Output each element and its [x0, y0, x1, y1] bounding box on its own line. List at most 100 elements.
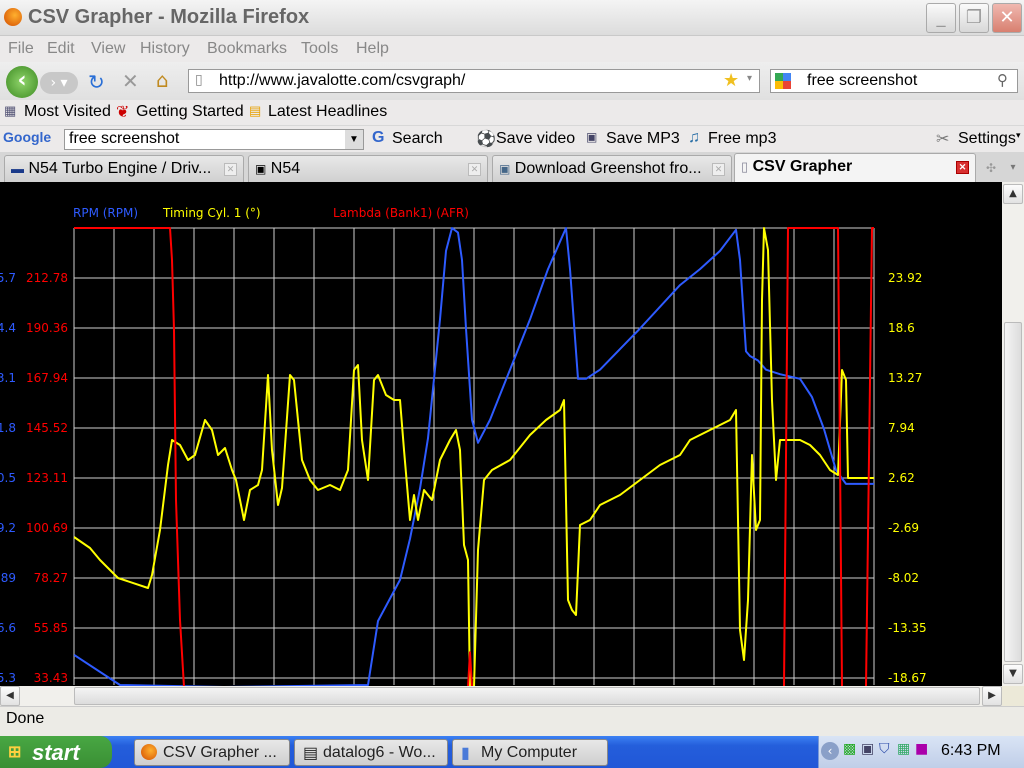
tab-n54-turbo[interactable]: ▬ N54 Turbo Engine / Driv... ✕	[4, 155, 244, 182]
close-button[interactable]: ✕	[992, 3, 1022, 33]
vertical-scrollbar[interactable]: ▲ ▼	[1002, 182, 1024, 686]
tab-favicon-icon: ▣	[255, 162, 267, 176]
network-status-icon[interactable]: ▦	[897, 741, 910, 757]
google-search-value[interactable]: free screenshot	[69, 130, 179, 148]
network-icon[interactable]: ▣	[861, 741, 874, 757]
scroll-left-icon[interactable]: ◀	[0, 686, 20, 706]
close-tab-icon[interactable]: ✕	[468, 163, 481, 176]
search-input[interactable]: free screenshot	[807, 72, 917, 90]
timing-tick-label: -2.69	[888, 521, 919, 535]
lambda-tick-label: 55.85	[34, 621, 68, 635]
task-my-computer[interactable]: ▮ My Computer	[452, 739, 608, 766]
lambda-tick-label: 190.36	[26, 321, 68, 335]
google-search-input[interactable]: free screenshot ▼	[64, 129, 364, 150]
vertical-scroll-thumb[interactable]	[1004, 322, 1022, 662]
clock: 6:43 PM	[941, 742, 1001, 759]
google-engine-icon[interactable]	[775, 73, 791, 89]
firefox-icon	[141, 744, 157, 760]
tab-label: CSV Grapher	[752, 158, 853, 175]
start-button[interactable]: ⊞ start	[0, 736, 112, 768]
bookmark-most-visited[interactable]: Most Visited	[24, 103, 111, 121]
menu-history[interactable]: History	[140, 40, 190, 58]
stop-icon[interactable]: ✕	[122, 69, 139, 93]
rpm-tick-label: 7.89	[0, 571, 16, 585]
home-icon[interactable]: ⌂	[156, 68, 169, 92]
scroll-down-icon[interactable]: ▼	[1003, 664, 1023, 684]
lambda-tick-label: 212.78	[26, 271, 68, 285]
settings-button[interactable]: Settings	[958, 130, 1016, 148]
url-dropdown-icon[interactable]: ▾	[747, 73, 752, 84]
tab-n54[interactable]: ▣ N54 ✕	[248, 155, 488, 182]
url-text[interactable]: http://www.javalotte.com/csvgraph/	[219, 72, 465, 90]
tray-app-icon[interactable]: ▩	[843, 741, 856, 757]
settings-chevron-icon[interactable]: ▾	[1016, 130, 1021, 141]
most-visited-icon: ▦	[4, 103, 17, 118]
search-icon[interactable]: ⚲	[997, 71, 1008, 89]
google-logo-icon[interactable]: Google	[3, 129, 51, 145]
tab-csv-grapher[interactable]: ▯ CSV Grapher ✕	[734, 153, 976, 182]
free-mp3-button[interactable]: Free mp3	[708, 130, 776, 148]
csv-graph: 5.7 4.4 3.1 1.8 0.5 9.2 7.89 6.6 5.3 212.78 190.36…	[0, 206, 927, 686]
menu-file[interactable]: File	[8, 40, 34, 58]
rpm-tick-label: 1.8	[0, 421, 16, 435]
reload-icon[interactable]: ↻	[88, 70, 105, 94]
lambda-tick-label: 123.11	[26, 471, 68, 485]
legend-timing: Timing Cyl. 1 (°)	[162, 206, 261, 220]
task-datalog6[interactable]: ▤ datalog6 - Wo...	[294, 739, 448, 766]
save-mp3-button[interactable]: Save MP3	[606, 130, 680, 148]
bookmark-star-icon[interactable]: ★	[723, 70, 739, 91]
bookmarks-toolbar: ▦ Most Visited ❦ Getting Started ▤ Lates…	[0, 100, 1024, 125]
restore-icon[interactable]: ❐	[959, 3, 989, 33]
tray-expand-icon[interactable]: ‹	[821, 742, 839, 760]
page-icon: ▯	[195, 72, 203, 88]
back-button[interactable]: ‹	[6, 66, 38, 98]
rpm-tick-label: 9.2	[0, 521, 16, 535]
bookmark-getting-started[interactable]: Getting Started	[136, 103, 244, 121]
tab-greenshot[interactable]: ▣ Download Greenshot fro... ✕	[492, 155, 732, 182]
lambda-tick-label: 167.94	[26, 371, 68, 385]
save-video-button[interactable]: Save video	[496, 130, 575, 148]
computer-icon: ▮	[461, 745, 470, 762]
menu-tools[interactable]: Tools	[301, 40, 338, 58]
url-bar[interactable]: ▯ http://www.javalotte.com/csvgraph/ ★ ▾	[188, 69, 760, 93]
start-label: start	[32, 740, 80, 765]
tab-scroll-icon[interactable]: ✣	[980, 157, 1002, 179]
menu-bar: File Edit View History Bookmarks Tools H…	[0, 36, 1024, 62]
timing-tick-label: 23.92	[888, 271, 922, 285]
rpm-tick-label: 5.7	[0, 271, 16, 285]
horizontal-scrollbar[interactable]: ◀ ▶	[0, 686, 1002, 706]
task-label: datalog6 - Wo...	[323, 744, 436, 761]
chevron-down-icon[interactable]: ▼	[345, 130, 363, 149]
soccer-ball-icon: ⚽	[476, 131, 496, 148]
forward-button[interactable]: › ▾	[40, 72, 78, 94]
close-tab-icon[interactable]: ✕	[956, 161, 969, 174]
tab-label: N54 Turbo Engine / Driv...	[28, 160, 212, 177]
google-toolbar: Google free screenshot ▼ G Search ⚽ Save…	[0, 125, 1024, 152]
google-search-button[interactable]: Search	[392, 130, 443, 148]
page-content: 5.7 4.4 3.1 1.8 0.5 9.2 7.89 6.6 5.3 212.78 190.36…	[0, 182, 1002, 686]
tab-favicon-icon: ▣	[499, 162, 511, 176]
menu-help[interactable]: Help	[356, 40, 389, 58]
lambda-tick-label: 100.69	[26, 521, 68, 535]
task-label: CSV Grapher ...	[163, 744, 277, 761]
title-bar: CSV Grapher - Mozilla Firefox _ ❐ ✕	[0, 0, 1024, 36]
minimize-button[interactable]: _	[926, 3, 956, 33]
menu-edit[interactable]: Edit	[47, 40, 75, 58]
page-icon: ▯	[741, 159, 749, 174]
task-label: My Computer	[481, 744, 578, 761]
mp3-icon: ▣	[586, 130, 598, 144]
tray-app2-icon[interactable]: ■	[915, 741, 928, 757]
bookmark-latest-headlines[interactable]: Latest Headlines	[268, 103, 387, 121]
scroll-up-icon[interactable]: ▲	[1003, 184, 1023, 204]
close-tab-icon[interactable]: ✕	[712, 163, 725, 176]
tab-list-icon[interactable]: ▾	[1004, 157, 1022, 179]
tools-icon: ✂	[936, 131, 950, 148]
shield-icon[interactable]: ⛉	[879, 741, 890, 757]
close-tab-icon[interactable]: ✕	[224, 163, 237, 176]
scroll-right-icon[interactable]: ▶	[982, 686, 1002, 706]
search-box[interactable]: free screenshot ⚲	[770, 69, 1018, 93]
menu-bookmarks[interactable]: Bookmarks	[207, 40, 287, 58]
horizontal-scroll-thumb[interactable]	[74, 687, 980, 705]
menu-view[interactable]: View	[91, 40, 125, 58]
task-csv-grapher[interactable]: CSV Grapher ...	[134, 739, 290, 766]
